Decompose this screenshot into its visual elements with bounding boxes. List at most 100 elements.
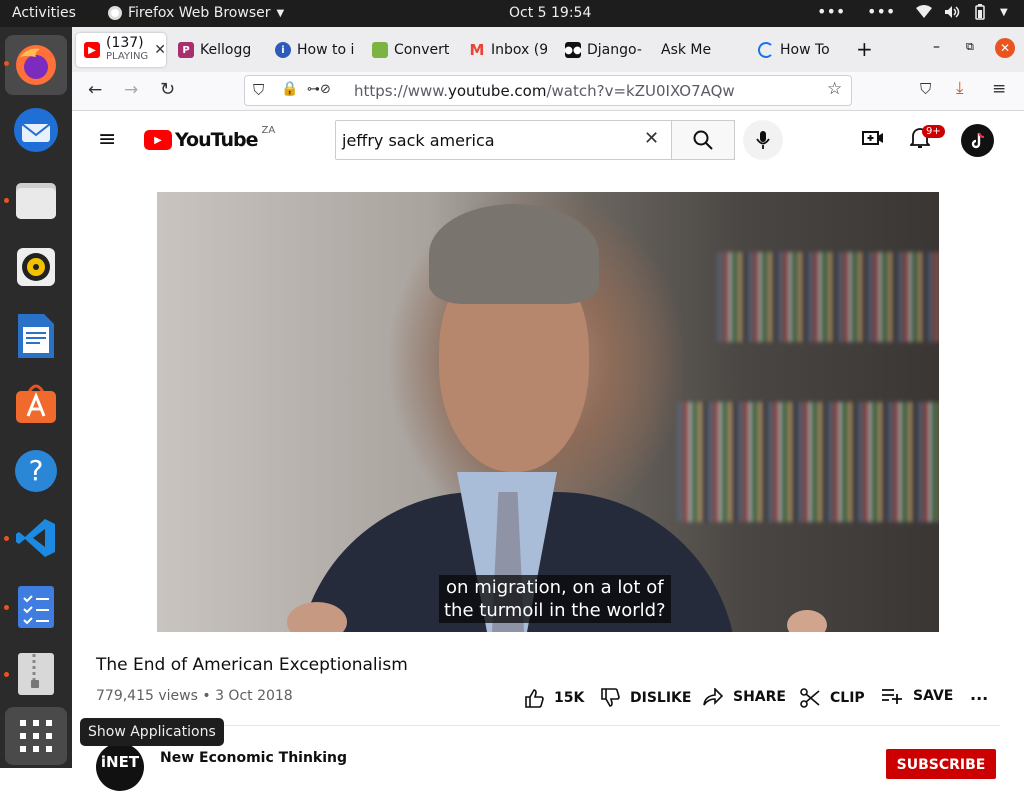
account-avatar[interactable] (961, 124, 994, 157)
close-tab-icon[interactable]: ✕ (154, 42, 166, 58)
overflow-icon[interactable]: ••• (817, 2, 845, 21)
like-button[interactable]: 15K (524, 688, 584, 708)
search-input[interactable]: jeffry sack america (342, 131, 495, 150)
app-menu[interactable]: Firefox Web Browser ▼ (108, 5, 284, 21)
tab-label: (137) (106, 35, 144, 51)
navigation-toolbar: ← → ↻ ⛉ 🔒 ⊶⊘ https://www.youtube.com/wat… (72, 72, 1024, 111)
howto-icon: i (275, 42, 291, 58)
tab-label: Inbox (9 (491, 42, 547, 58)
running-indicator (4, 672, 9, 677)
dock-archive[interactable] (11, 649, 61, 699)
search-box[interactable]: jeffry sack america ✕ (335, 120, 672, 160)
tab-ask-me[interactable]: Ask Me (661, 33, 733, 67)
upload-date: 3 Oct 2018 (215, 688, 293, 704)
download-icon[interactable]: ⤓ (956, 78, 964, 98)
view-count: 779,415 views (96, 688, 198, 704)
wifi-icon (916, 5, 932, 18)
tab-label: Kellogg (200, 42, 252, 58)
forward-button[interactable]: → (124, 80, 138, 100)
video-player[interactable]: on migration, on a lot of the turmoil in… (157, 192, 939, 632)
pinterest-icon: P (178, 42, 194, 58)
thumbs-down-icon (601, 688, 620, 707)
running-indicator (4, 198, 9, 203)
channel-name[interactable]: New Economic Thinking (160, 750, 347, 766)
dock-software[interactable] (11, 378, 61, 428)
firefox-small-icon (108, 6, 122, 20)
show-applications-button[interactable] (5, 707, 67, 765)
dock-files[interactable] (11, 175, 61, 225)
notifications-button[interactable]: 9+ (908, 125, 945, 153)
clock[interactable]: Oct 5 19:54 (509, 5, 591, 21)
voice-search-button[interactable] (743, 120, 783, 160)
create-video-icon (862, 131, 883, 145)
system-top-bar: Activities Firefox Web Browser ▼ Oct 5 1… (0, 0, 1024, 27)
microphone-icon (756, 131, 770, 149)
new-tab-button[interactable]: + (856, 37, 873, 61)
tab-youtube[interactable]: ▶ (137) PLAYING ✕ (76, 33, 166, 67)
activities-button[interactable]: Activities (12, 5, 76, 21)
save-label: SAVE (913, 688, 954, 704)
gmail-icon: M (469, 41, 485, 59)
share-icon (703, 688, 723, 706)
tiktok-icon (971, 132, 984, 148)
dock-rhythmbox[interactable] (11, 242, 61, 292)
divider (96, 725, 1000, 726)
tab-kellogg[interactable]: P Kellogg (178, 33, 260, 67)
close-window-button[interactable]: ✕ (995, 38, 1015, 58)
bookshelf-decoration (717, 252, 939, 342)
share-button[interactable]: SHARE (703, 688, 786, 706)
overflow-icon[interactable]: ••• (867, 2, 895, 21)
caption-line: the turmoil in the world? (444, 600, 666, 621)
caption-line: on migration, on a lot of (446, 577, 664, 598)
tab-label: Convert (394, 42, 450, 58)
dislike-button[interactable]: DISLIKE (600, 688, 691, 708)
youtube-icon: ▶ (84, 42, 100, 58)
dock-vscode[interactable] (11, 513, 61, 563)
youtube-page: ≡ ▶ YouTube ZA jeffry sack america ✕ 9+ (72, 111, 1024, 791)
files-icon (16, 183, 56, 219)
rhythmbox-icon (17, 248, 55, 286)
bookmark-star-icon[interactable]: ☆ (827, 79, 842, 99)
maximize-button[interactable]: ⧉ (966, 40, 974, 54)
minimize-button[interactable]: – (933, 39, 940, 55)
dock-thunderbird[interactable] (11, 105, 61, 155)
clear-search-icon[interactable]: ✕ (644, 128, 659, 149)
more-actions-icon[interactable]: ··· (970, 689, 988, 708)
loading-icon (758, 42, 774, 58)
software-center-icon (16, 384, 56, 423)
save-button[interactable]: SAVE (881, 688, 953, 704)
tab-label: Django- (587, 42, 642, 58)
clip-button[interactable]: CLIP (800, 688, 865, 708)
back-button[interactable]: ← (88, 80, 102, 100)
video-title: The End of American Exceptionalism (96, 655, 408, 675)
tab-how-to-1[interactable]: i How to i (275, 33, 355, 67)
dock-writer[interactable] (11, 311, 61, 361)
youtube-logo[interactable]: ▶ YouTube ZA (144, 125, 275, 151)
dock-firefox[interactable] (5, 35, 67, 95)
app-grid-icon (20, 720, 52, 752)
help-icon: ? (15, 450, 57, 492)
search-button[interactable] (672, 120, 735, 160)
dock-tasks[interactable] (11, 582, 61, 632)
tab-convert[interactable]: Convert (372, 33, 450, 67)
url-bar[interactable]: ⛉ 🔒 ⊶⊘ https://www.youtube.com/watch?v=k… (244, 75, 852, 106)
subscribe-button[interactable]: SUBSCRIBE (886, 749, 996, 779)
channel-avatar[interactable]: iNET (96, 743, 144, 791)
app-menu-label: Firefox Web Browser (128, 5, 271, 21)
dock-help[interactable]: ? (11, 446, 61, 496)
tab-inbox[interactable]: M Inbox (9 (469, 33, 547, 67)
tab-playing-label: PLAYING (106, 51, 149, 62)
hamburger-menu-icon[interactable]: ≡ (98, 127, 116, 152)
archive-icon (18, 653, 54, 695)
create-video-button[interactable] (862, 129, 884, 151)
tab-label: How to i (297, 42, 355, 58)
tasks-icon (18, 586, 54, 628)
chevron-down-icon: ▼ (276, 7, 285, 19)
tab-how-to-2[interactable]: How To (758, 33, 832, 67)
tab-django[interactable]: ●● Django- (565, 33, 645, 67)
hand-right (787, 610, 827, 632)
menu-icon[interactable]: ≡ (992, 79, 1006, 99)
system-tray[interactable]: ▼ (916, 4, 1008, 20)
reload-button[interactable]: ↻ (160, 79, 175, 100)
pocket-icon[interactable]: ⛉ (920, 80, 931, 98)
